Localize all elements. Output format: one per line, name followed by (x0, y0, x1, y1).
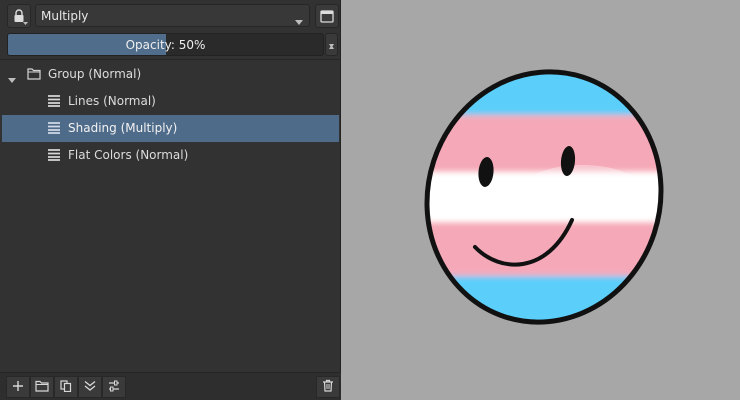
merge-down-button[interactable] (78, 376, 102, 398)
add-group-button[interactable] (30, 376, 54, 398)
expand-arrow-icon[interactable] (8, 72, 16, 86)
alpha-lock-button[interactable] (7, 4, 31, 28)
chevron-down-icon (295, 14, 303, 28)
blending-mode-select[interactable]: Multiply (35, 4, 310, 27)
layer-name: Group (Normal) (48, 67, 142, 81)
add-group-icon (35, 380, 49, 395)
layer-row-group[interactable]: Group (Normal) (2, 61, 339, 88)
delete-layer-button[interactable] (316, 376, 340, 398)
layer-toolbar (0, 372, 341, 400)
layer-name: Shading (Multiply) (68, 121, 178, 135)
lock-icon (13, 9, 25, 23)
layer-row-shading[interactable]: Shading (Multiply) (2, 115, 339, 142)
dropdown-arrow-icon (23, 22, 28, 25)
delete-layer-icon (322, 379, 334, 395)
canvas[interactable] (342, 0, 740, 400)
folder-icon (27, 67, 41, 83)
paint-layer-icon (47, 94, 61, 110)
layers-docker: Multiply Opacity: 50% Group (Normal) Lin… (0, 0, 341, 400)
layer-name: Lines (Normal) (68, 94, 156, 108)
layer-properties-icon (108, 380, 120, 395)
opacity-label: Opacity: 50% (125, 37, 206, 52)
paint-layer-icon (47, 148, 61, 164)
layer-properties-button[interactable] (315, 4, 339, 28)
paint-layer-icon (47, 121, 61, 137)
layer-tree: Group (Normal) Lines (Normal) Shading (M… (2, 61, 339, 169)
opacity-slider[interactable]: Opacity: 50% (7, 33, 324, 56)
divider (0, 59, 341, 60)
layer-row-lines[interactable]: Lines (Normal) (2, 88, 339, 115)
layer-properties-toolbar-button[interactable] (102, 376, 126, 398)
add-layer-icon (12, 380, 24, 395)
layer-name: Flat Colors (Normal) (68, 148, 189, 162)
blending-mode-value: Multiply (41, 8, 89, 23)
add-layer-button[interactable] (6, 376, 30, 398)
merge-down-icon (84, 380, 96, 395)
window-icon (320, 9, 334, 23)
opacity-spinner[interactable] (325, 33, 338, 56)
duplicate-layer-icon (60, 379, 72, 395)
layer-row-flat-colors[interactable]: Flat Colors (Normal) (2, 142, 339, 169)
smiley-ball-artwork (402, 41, 692, 353)
duplicate-layer-button[interactable] (54, 376, 78, 398)
spin-down-icon[interactable] (329, 37, 334, 51)
